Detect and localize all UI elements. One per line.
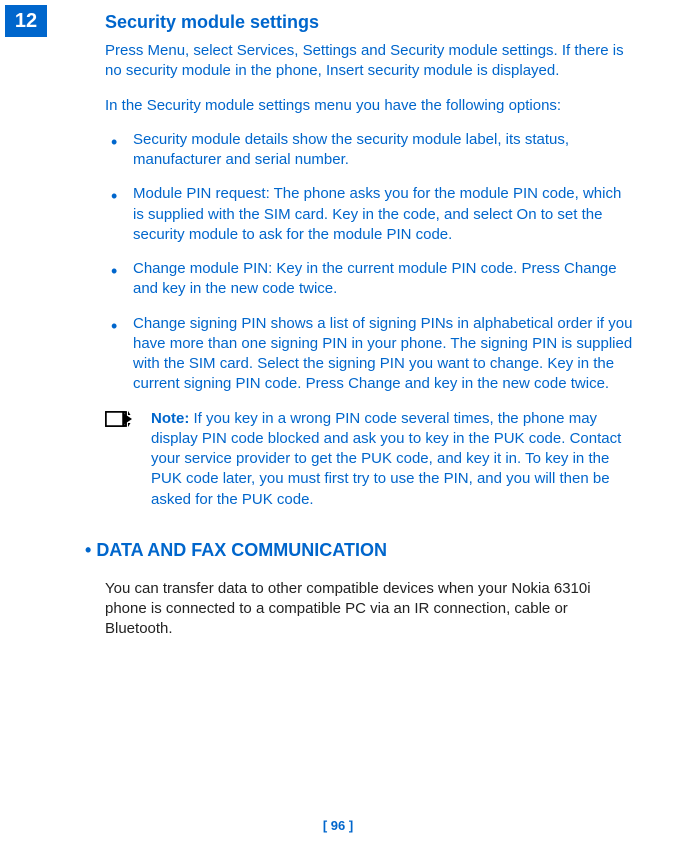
- intro-paragraph-1: Press Menu, select Services, Settings an…: [105, 41, 636, 82]
- note-body: If you key in a wrong PIN code several t…: [151, 410, 621, 508]
- section-bullet: •: [85, 540, 96, 560]
- note-label: Note:: [151, 410, 189, 427]
- note-text: Note: If you key in a wrong PIN code sev…: [151, 409, 636, 510]
- section-heading: • DATA AND FAX COMMUNICATION: [85, 540, 636, 561]
- list-item: Change module PIN: Key in the current mo…: [105, 259, 636, 300]
- section-body: You can transfer data to other compatibl…: [105, 579, 636, 640]
- note-icon: [105, 411, 143, 440]
- list-item: Change signing PIN shows a list of signi…: [105, 314, 636, 395]
- chapter-number: 12: [15, 10, 37, 33]
- page-footer: [ 96 ]: [0, 818, 676, 833]
- list-item: Security module details show the securit…: [105, 130, 636, 171]
- intro-paragraph-2: In the Security module settings menu you…: [105, 96, 636, 116]
- section-heading-text: DATA AND FAX COMMUNICATION: [96, 540, 387, 560]
- note-block: Note: If you key in a wrong PIN code sev…: [105, 409, 636, 510]
- chapter-number-badge: 12: [5, 5, 47, 37]
- page-title: Security module settings: [105, 12, 636, 33]
- page-content: Security module settings Press Menu, sel…: [105, 12, 636, 640]
- options-list: Security module details show the securit…: [105, 130, 636, 395]
- list-item: Module PIN request: The phone asks you f…: [105, 184, 636, 245]
